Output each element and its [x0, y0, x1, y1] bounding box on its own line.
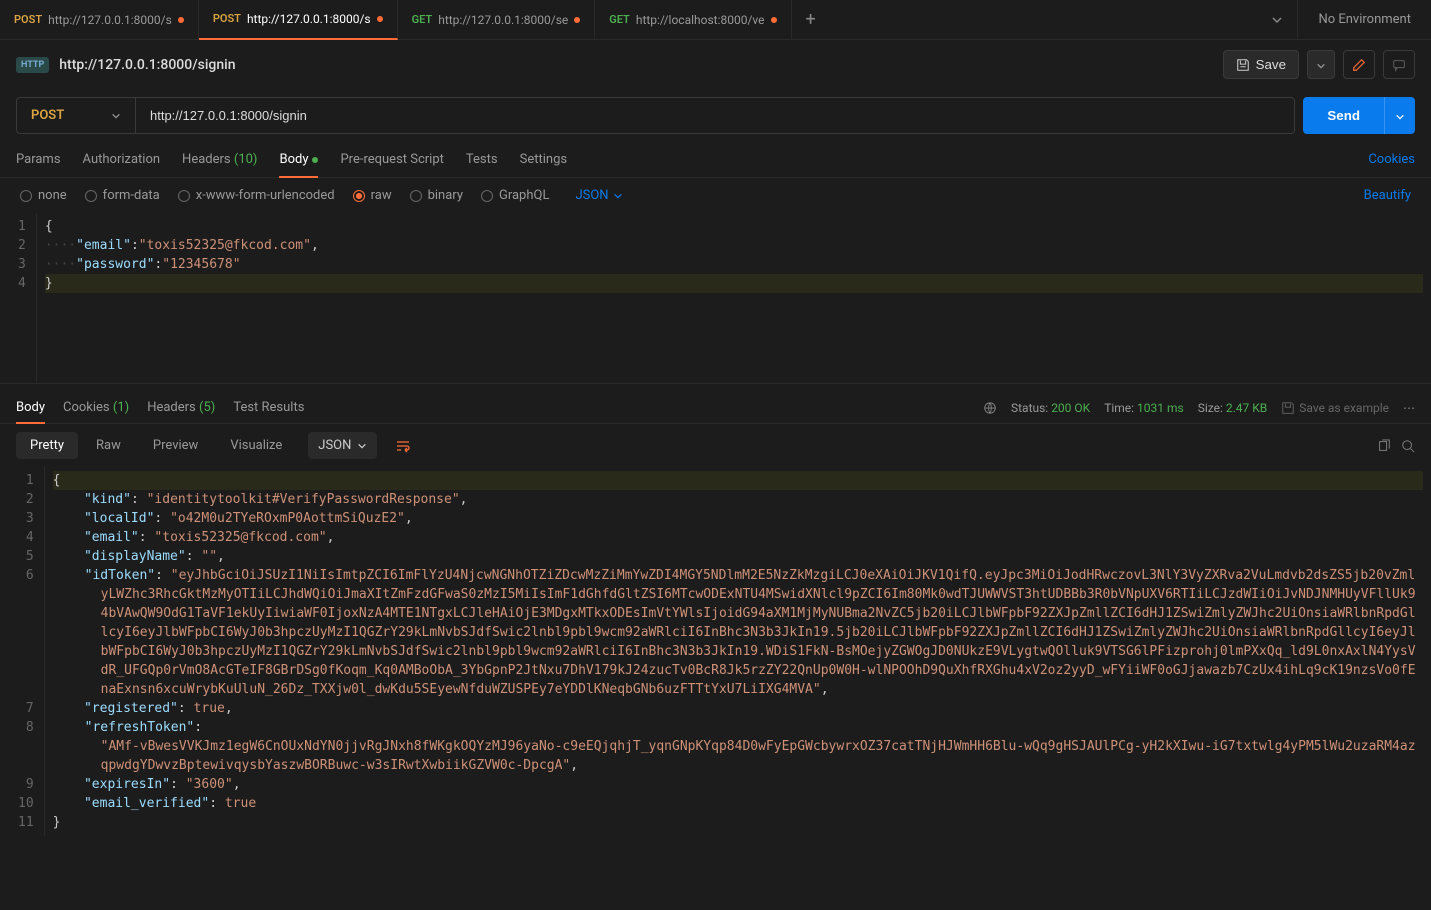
- tab-request-3[interactable]: GET http://localhost:8000/ve: [595, 0, 791, 40]
- body-type-graphql[interactable]: GraphQL: [481, 188, 549, 203]
- body-type-binary[interactable]: binary: [410, 188, 463, 203]
- request-header: HTTP http://127.0.0.1:8000/signin Save: [0, 40, 1431, 89]
- tab-tests[interactable]: Tests: [466, 142, 498, 177]
- save-icon: [1281, 401, 1295, 415]
- response-meta: Status: 200 OK Time: 1031 ms Size: 2.47 …: [983, 401, 1415, 416]
- tab-authorization[interactable]: Authorization: [83, 142, 161, 177]
- send-dropdown[interactable]: [1384, 97, 1415, 134]
- more-options[interactable]: ⋯: [1403, 401, 1415, 415]
- http-badge-icon: HTTP: [16, 57, 49, 73]
- request-tabs-bar: POST http://127.0.0.1:8000/s POST http:/…: [0, 0, 1431, 40]
- edit-button[interactable]: [1343, 50, 1375, 79]
- request-title: http://127.0.0.1:8000/signin: [59, 57, 235, 73]
- cookies-link[interactable]: Cookies: [1368, 152, 1415, 167]
- url-input[interactable]: [136, 97, 1295, 134]
- comment-button[interactable]: [1383, 50, 1415, 79]
- tab-label: http://127.0.0.1:8000/se: [438, 13, 568, 27]
- radio-icon: [353, 190, 365, 202]
- tab-body[interactable]: Body: [279, 142, 318, 177]
- body-type-raw[interactable]: raw: [353, 188, 392, 203]
- radio-icon: [85, 190, 97, 202]
- tab-label: http://localhost:8000/ve: [636, 13, 765, 27]
- line-gutter: 12345 6 7 8 91011: [0, 467, 45, 836]
- tab-prerequest-script[interactable]: Pre-request Script: [340, 142, 443, 177]
- body-type-xwww[interactable]: x-www-form-urlencoded: [178, 188, 335, 203]
- beautify-link[interactable]: Beautify: [1364, 188, 1411, 203]
- body-type-form-data[interactable]: form-data: [85, 188, 160, 203]
- response-tab-cookies[interactable]: Cookies (1): [63, 392, 129, 423]
- response-body-viewer[interactable]: 12345 6 7 8 91011 { "kind": "identitytoo…: [0, 467, 1431, 836]
- view-tab-visualize[interactable]: Visualize: [216, 432, 296, 459]
- comment-icon: [1392, 58, 1406, 72]
- method-badge: POST: [14, 13, 42, 26]
- view-tab-raw[interactable]: Raw: [82, 432, 135, 459]
- tab-settings[interactable]: Settings: [520, 142, 567, 177]
- tab-label: http://127.0.0.1:8000/s: [48, 13, 172, 27]
- method-select[interactable]: POST: [16, 97, 136, 134]
- modified-dot-icon: [178, 17, 184, 23]
- method-badge: POST: [213, 12, 241, 25]
- wrap-icon: [395, 438, 411, 454]
- copy-button[interactable]: [1377, 438, 1391, 453]
- response-tab-test-results[interactable]: Test Results: [233, 392, 304, 423]
- modified-dot-icon: [771, 17, 777, 23]
- body-type-none[interactable]: none: [20, 188, 67, 203]
- tab-params[interactable]: Params: [16, 142, 61, 177]
- size-value: 2.47 KB: [1226, 401, 1267, 415]
- radio-icon: [481, 190, 493, 202]
- body-type-selector: none form-data x-www-form-urlencoded raw…: [0, 178, 1431, 213]
- tab-request-2[interactable]: GET http://127.0.0.1:8000/se: [398, 0, 596, 40]
- body-format-select[interactable]: JSON: [575, 188, 622, 203]
- status-value: 200 OK: [1051, 401, 1090, 415]
- method-badge: GET: [412, 13, 433, 26]
- url-bar: POST Send: [0, 89, 1431, 142]
- response-view-tabs: Pretty Raw Preview Visualize JSON: [0, 424, 1431, 467]
- tab-headers[interactable]: Headers (10): [182, 142, 257, 177]
- active-dot-icon: [312, 157, 318, 163]
- response-tabs: Body Cookies (1) Headers (5) Test Result…: [0, 383, 1431, 424]
- word-wrap-toggle[interactable]: [387, 434, 419, 458]
- line-gutter: 1234: [0, 213, 37, 383]
- request-body-editor[interactable]: 1234 { ····"email":"toxis52325@fkcod.com…: [0, 213, 1431, 383]
- chevron-down-icon: [1316, 61, 1326, 71]
- chevron-down-icon: [357, 441, 367, 451]
- method-badge: GET: [609, 13, 630, 26]
- tab-request-0[interactable]: POST http://127.0.0.1:8000/s: [0, 0, 199, 40]
- chevron-down-icon: [1271, 14, 1283, 26]
- response-tab-headers[interactable]: Headers (5): [147, 392, 215, 423]
- modified-dot-icon: [574, 17, 580, 23]
- send-button[interactable]: Send: [1303, 97, 1384, 134]
- save-as-example-button[interactable]: Save as example: [1281, 401, 1389, 415]
- search-button[interactable]: [1401, 438, 1415, 453]
- time-value: 1031 ms: [1137, 401, 1184, 415]
- code-content[interactable]: { ····"email":"toxis52325@fkcod.com", ··…: [37, 213, 1431, 383]
- search-icon: [1401, 439, 1415, 453]
- pencil-icon: [1352, 58, 1366, 72]
- tab-label: http://127.0.0.1:8000/s: [247, 12, 371, 26]
- new-tab-button[interactable]: +: [792, 9, 830, 30]
- globe-icon[interactable]: [983, 401, 997, 416]
- save-dropdown[interactable]: [1307, 50, 1335, 79]
- response-tab-body[interactable]: Body: [16, 392, 45, 423]
- save-icon: [1236, 58, 1250, 72]
- chevron-down-icon: [613, 191, 623, 201]
- tabs-dropdown[interactable]: [1257, 12, 1297, 27]
- save-button[interactable]: Save: [1223, 50, 1299, 79]
- response-code-content: { "kind": "identitytoolkit#VerifyPasswor…: [45, 467, 1431, 836]
- view-tab-pretty[interactable]: Pretty: [16, 432, 78, 459]
- radio-icon: [20, 190, 32, 202]
- environment-selector[interactable]: No Environment: [1297, 0, 1431, 40]
- request-config-tabs: Params Authorization Headers (10) Body P…: [0, 142, 1431, 178]
- tab-request-1[interactable]: POST http://127.0.0.1:8000/s: [199, 0, 398, 40]
- radio-icon: [410, 190, 422, 202]
- radio-icon: [178, 190, 190, 202]
- response-format-select[interactable]: JSON: [308, 432, 377, 459]
- chevron-down-icon: [1395, 112, 1405, 122]
- modified-dot-icon: [377, 16, 383, 22]
- copy-icon: [1377, 439, 1391, 453]
- chevron-down-icon: [111, 111, 121, 121]
- view-tab-preview[interactable]: Preview: [139, 432, 212, 459]
